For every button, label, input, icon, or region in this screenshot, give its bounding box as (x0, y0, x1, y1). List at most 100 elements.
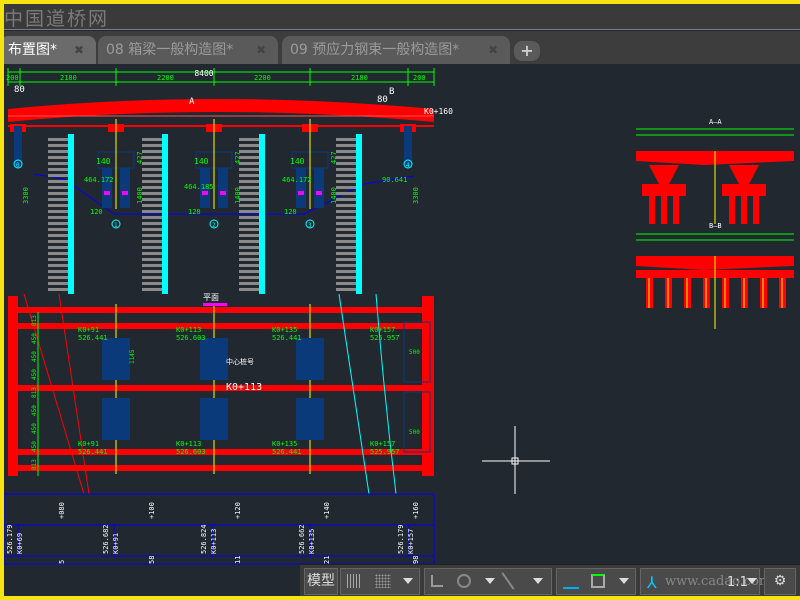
table-cell: 5 (58, 560, 66, 564)
geology-hatch (239, 162, 259, 165)
snap-icon[interactable] (375, 574, 391, 588)
ground-elev: 526.179 (397, 524, 405, 554)
geology-hatch (239, 204, 259, 207)
dim-500: 500 (409, 349, 420, 356)
tab-prestress[interactable]: 09 预应力钢束一般构造图* ✖ (282, 36, 510, 64)
geology-hatch (239, 210, 259, 213)
drawing: 200 2180 2200 2200 2180 20033000 1401204271400… (4, 68, 794, 565)
geology-hatch (48, 228, 68, 231)
geology-hatch (142, 264, 162, 267)
scale-value[interactable]: 1:1 (727, 570, 748, 595)
geology-hatch (142, 270, 162, 273)
chevron-down-icon[interactable] (403, 578, 413, 584)
status-bar: 模型 ⅄ www.cadao.com 1:1 ⚙ (300, 564, 800, 596)
plan-chainage: K0+157 (370, 326, 395, 334)
elevation-label: 90.641 (382, 176, 407, 184)
geology-hatch (48, 204, 68, 207)
support-left-label: 80 (14, 85, 25, 95)
pile (218, 168, 228, 208)
geology-hatch (336, 210, 356, 213)
geology-hatch (336, 192, 356, 195)
plan-chainage: K0+113 (176, 440, 201, 448)
chevron-down-icon[interactable] (619, 578, 629, 584)
pier-number: 2 (212, 222, 216, 229)
elevation-label: 464.172 (282, 176, 312, 184)
dim-500: 500 (409, 429, 420, 436)
geology-hatch (336, 282, 356, 285)
dim-1400: 1400 (330, 187, 338, 204)
document-tabs: 布置图* ✖ 08 箱梁一般构造图* ✖ 09 预应力钢束一般构造图* ✖ + (4, 31, 800, 64)
model-space-button[interactable]: 模型 (304, 568, 338, 595)
pile (649, 196, 655, 224)
geology-hatch (239, 264, 259, 267)
geology-hatch (239, 168, 259, 171)
geology-hatch (336, 234, 356, 237)
annotation-group: ⅄ www.cadao.com 1:1 (640, 568, 771, 595)
tab-box-girder[interactable]: 08 箱梁一般构造图* ✖ (98, 36, 278, 64)
chevron-down-icon[interactable] (747, 578, 757, 584)
polar-icon[interactable] (457, 574, 471, 588)
dim-120: 120 (188, 208, 201, 216)
tab-layout[interactable]: 布置图* ✖ (4, 36, 96, 64)
chainage: K0+69 (16, 533, 24, 554)
pier-column (729, 165, 759, 184)
plan-chainage: K0+135 (272, 440, 297, 448)
ortho-icon[interactable] (431, 575, 443, 587)
geology-hatch (336, 228, 356, 231)
workspace-gear-button[interactable]: ⚙ (764, 568, 796, 595)
plan-dim: 813 (31, 387, 38, 398)
geology-hatch (48, 150, 68, 153)
geology-hatch (239, 288, 259, 291)
geology-column (356, 134, 362, 294)
support-right-label: 80 (377, 95, 388, 105)
annotation-scale-icon[interactable]: ⅄ (647, 570, 657, 595)
geology-hatch (142, 162, 162, 165)
pier-pile-group (200, 398, 228, 440)
geology-hatch (48, 180, 68, 183)
pile (120, 168, 130, 208)
dim-140: 140 (290, 157, 305, 166)
geology-hatch (48, 240, 68, 243)
bearing (104, 191, 110, 195)
geology-hatch (239, 192, 259, 195)
geology-hatch (48, 138, 68, 141)
plan-chainage: K0+135 (272, 326, 297, 334)
geology-hatch (336, 246, 356, 249)
close-icon[interactable]: ✖ (74, 36, 84, 64)
drawing-canvas[interactable]: 200 2180 2200 2200 2180 200 3300 0 140 120 427 1400… (4, 64, 800, 566)
add-tab-button[interactable]: + (514, 41, 540, 61)
selection-cycling-icon[interactable] (591, 574, 605, 588)
geology-hatch (336, 168, 356, 171)
dim-3300: 3300 (412, 187, 420, 204)
grid-icon[interactable] (347, 574, 361, 588)
dim-1400: 1400 (136, 187, 144, 204)
osnap-track-icon[interactable] (501, 572, 515, 590)
table-cell: 98 (412, 556, 420, 564)
geology-hatch (142, 138, 162, 141)
dim-120: 120 (284, 208, 297, 216)
geology-hatch (48, 168, 68, 171)
plan-title-underline (203, 303, 227, 306)
dim-140: 140 (96, 157, 111, 166)
table-cell: 21 (323, 556, 331, 564)
lineweight-icon[interactable] (563, 587, 579, 589)
title-bar: 中国道桥网 (4, 4, 800, 30)
plan-beam (8, 465, 434, 471)
pile (314, 168, 324, 208)
close-icon[interactable]: ✖ (256, 36, 266, 64)
close-icon[interactable]: ✖ (488, 36, 498, 64)
tab-label: 布置图* (8, 42, 57, 58)
geology-hatch (239, 282, 259, 285)
chevron-down-icon[interactable] (485, 578, 495, 584)
plan-dim: 450 (31, 441, 38, 452)
plan-dim: 450 (31, 405, 38, 416)
pile (729, 196, 735, 224)
geology-hatch (336, 174, 356, 177)
geology-hatch (239, 222, 259, 225)
chevron-down-icon[interactable] (533, 578, 543, 584)
geology-hatch (48, 246, 68, 249)
geology-hatch (239, 276, 259, 279)
geology-hatch (336, 276, 356, 279)
geology-hatch (239, 234, 259, 237)
ground-elev: 526.662 (298, 524, 306, 554)
